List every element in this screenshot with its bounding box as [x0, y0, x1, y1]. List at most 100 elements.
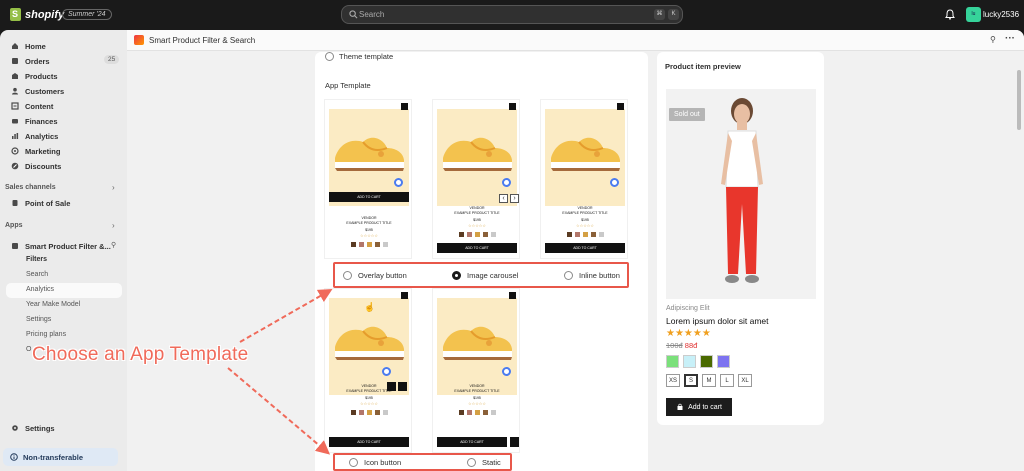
sidebar-item-discounts[interactable]: Discounts [11, 160, 61, 172]
wishlist-icon[interactable] [617, 103, 624, 110]
radio-icon-button[interactable] [349, 458, 358, 467]
template-swatch[interactable] [374, 410, 380, 415]
color-swatch[interactable] [717, 355, 730, 368]
option-image-carousel[interactable]: Image carousel [452, 271, 518, 280]
quick-view-icon[interactable] [502, 178, 511, 187]
theme-template-radio[interactable] [325, 52, 334, 61]
sidebar-item-app[interactable]: Smart Product Filter &... [11, 240, 111, 252]
template-preview-card[interactable]: VENDOR EXAMPLE PRODUCT TITLE $195 ☆☆☆☆☆ ADD … [324, 99, 412, 259]
sidebar-item-other[interactable]: O [26, 346, 31, 353]
template-swatch[interactable] [350, 410, 356, 415]
avatar[interactable]: lu [966, 7, 981, 22]
color-swatch[interactable] [683, 355, 696, 368]
template-swatch[interactable] [374, 242, 380, 247]
template-swatch[interactable] [466, 410, 472, 415]
template-add-to-cart[interactable]: ADD TO CART [329, 192, 409, 202]
add-to-cart-button[interactable]: Add to cart [666, 398, 732, 416]
template-swatch[interactable] [382, 410, 388, 415]
color-swatch[interactable] [700, 355, 713, 368]
template-swatch[interactable] [490, 410, 496, 415]
more-actions-icon[interactable]: ··· [1005, 33, 1015, 44]
apps-heading[interactable]: Apps [5, 222, 23, 229]
quick-view-icon[interactable] [394, 178, 403, 187]
chevron-right-icon[interactable]: › [112, 183, 115, 192]
template-swatch[interactable] [474, 232, 480, 237]
sidebar-item-search[interactable]: Search [26, 271, 48, 278]
option-overlay-button[interactable]: Overlay button [343, 271, 407, 280]
sidebar-item-analytics[interactable]: Analytics [11, 130, 58, 142]
sidebar-item-settings-sub[interactable]: Settings [26, 316, 51, 323]
wishlist-icon[interactable] [509, 292, 516, 299]
chevron-right-icon[interactable]: › [112, 221, 115, 230]
size-option-xs[interactable]: XS [666, 374, 681, 387]
cart-icon[interactable] [510, 437, 519, 447]
pin-icon[interactable]: ⚲ [990, 35, 996, 44]
quick-view-icon[interactable] [610, 178, 619, 187]
template-swatch[interactable] [574, 232, 580, 237]
shopify-logo[interactable]: shopify [10, 8, 64, 21]
scrollbar[interactable] [1017, 70, 1021, 130]
template-swatch[interactable] [490, 232, 496, 237]
template-swatch[interactable] [458, 410, 464, 415]
template-swatch[interactable] [482, 410, 488, 415]
template-preview-card[interactable]: VENDOR EXAMPLE PRODUCT TITLE $195 ☆☆☆☆☆ ADD … [540, 99, 628, 259]
size-option-xl[interactable]: XL [738, 374, 753, 387]
template-preview-card[interactable]: VENDOR EXAMPLE PRODUCT TITLE $195 ☆☆☆☆☆ ADD … [432, 288, 520, 453]
template-swatch[interactable] [458, 232, 464, 237]
template-swatch[interactable] [366, 410, 372, 415]
username[interactable]: lucky2536 [983, 10, 1019, 19]
size-option-l[interactable]: L [720, 374, 735, 387]
template-swatch[interactable] [590, 232, 596, 237]
radio-inline-button[interactable] [564, 271, 573, 280]
search-input[interactable]: Search ⌘ K [341, 5, 683, 24]
template-swatch[interactable] [366, 242, 372, 247]
template-swatch[interactable] [382, 242, 388, 247]
sidebar-item-orders[interactable]: Orders [11, 55, 50, 67]
quick-view-icon[interactable] [502, 367, 511, 376]
radio-image-carousel[interactable] [452, 271, 461, 280]
size-option-m[interactable]: M [702, 374, 717, 387]
template-swatch[interactable] [482, 232, 488, 237]
template-swatch[interactable] [566, 232, 572, 237]
carousel-next-icon[interactable]: › [510, 194, 519, 203]
color-swatch[interactable] [666, 355, 679, 368]
sidebar-item-finances[interactable]: Finances [11, 115, 58, 127]
size-option-s[interactable]: S [684, 374, 699, 387]
wishlist-icon[interactable] [401, 292, 408, 299]
sidebar-item-home[interactable]: Home [11, 40, 46, 52]
template-add-to-cart[interactable]: ADD TO CART [545, 243, 625, 253]
template-swatch[interactable] [466, 232, 472, 237]
sidebar-item-filters[interactable]: Filters [26, 256, 47, 263]
sidebar-item-products[interactable]: Products [11, 70, 58, 82]
template-swatch[interactable] [474, 410, 480, 415]
quick-view-icon[interactable] [382, 367, 391, 376]
sidebar-item-point-of-sale[interactable]: Point of Sale [11, 197, 70, 209]
sales-channels-heading[interactable]: Sales channels [5, 184, 56, 191]
template-add-to-cart[interactable]: ADD TO CART [437, 437, 507, 447]
radio-static[interactable] [467, 458, 476, 467]
template-add-to-cart[interactable]: ADD TO CART [329, 437, 409, 447]
template-swatch[interactable] [598, 232, 604, 237]
wishlist-icon[interactable] [509, 103, 516, 110]
bell-icon[interactable] [945, 9, 955, 20]
preview-product-title[interactable]: Lorem ipsum dolor sit amet [666, 316, 769, 326]
non-transferable-banner[interactable]: Non-transferable [3, 448, 118, 466]
wishlist-icon[interactable] [401, 103, 408, 110]
option-static[interactable]: Static [467, 458, 501, 467]
pin-icon[interactable]: ⚲ [111, 241, 116, 249]
carousel-prev-icon[interactable]: ‹ [499, 194, 508, 203]
template-add-to-cart[interactable]: ADD TO CART [437, 243, 517, 253]
radio-overlay-button[interactable] [343, 271, 352, 280]
sidebar-item-analytics-sub[interactable]: Analytics [26, 286, 54, 293]
option-inline-button[interactable]: Inline button [564, 271, 620, 280]
option-icon-button[interactable]: Icon button [349, 458, 401, 467]
sidebar-item-settings[interactable]: Settings [11, 422, 55, 434]
template-preview-card[interactable]: ‹ › VENDOR EXAMPLE PRODUCT TITLE $195 ☆☆☆☆☆ AD… [432, 99, 520, 259]
sidebar-item-customers[interactable]: Customers [11, 85, 64, 97]
sidebar-item-marketing[interactable]: Marketing [11, 145, 60, 157]
template-swatch[interactable] [358, 242, 364, 247]
sidebar-item-year-make-model[interactable]: Year Make Model [26, 301, 80, 308]
sidebar-item-pricing-plans[interactable]: Pricing plans [26, 331, 66, 338]
template-swatch[interactable] [358, 410, 364, 415]
theme-template-option[interactable]: Theme template [325, 52, 393, 61]
